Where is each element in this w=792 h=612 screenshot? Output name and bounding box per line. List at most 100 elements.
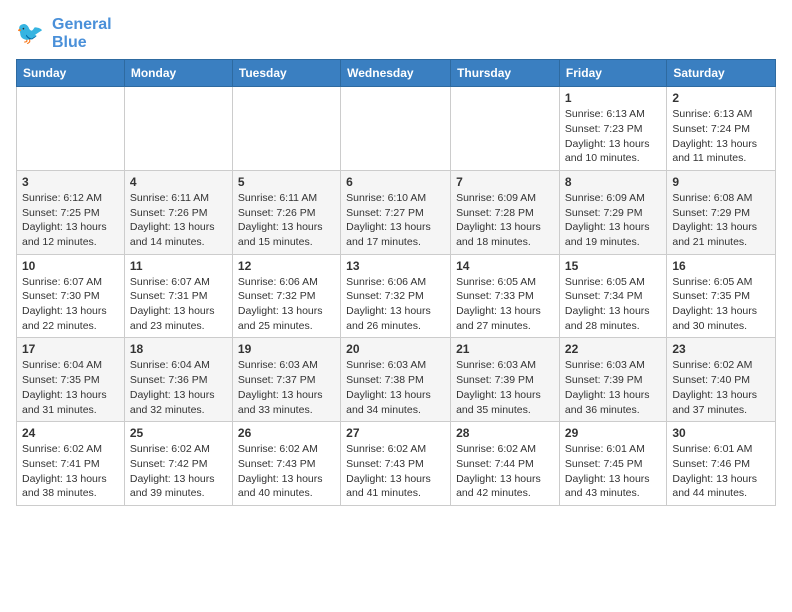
cell-info-text: Sunrise: 6:10 AM Sunset: 7:27 PM Dayligh… xyxy=(346,191,445,250)
calendar-cell: 29 Sunrise: 6:01 AM Sunset: 7:45 PM Dayli… xyxy=(559,422,666,506)
cell-day-number: 7 xyxy=(456,175,554,189)
cell-day-number: 2 xyxy=(672,91,770,105)
cell-day-number: 21 xyxy=(456,342,554,356)
calendar-cell: 15 Sunrise: 6:05 AM Sunset: 7:34 PM Dayli… xyxy=(559,254,666,338)
cell-day-number: 27 xyxy=(346,426,445,440)
cell-info-text: Sunrise: 6:02 AM Sunset: 7:40 PM Dayligh… xyxy=(672,358,770,417)
calendar-cell: 17 Sunrise: 6:04 AM Sunset: 7:35 PM Dayli… xyxy=(17,338,125,422)
calendar-cell: 28 Sunrise: 6:02 AM Sunset: 7:44 PM Dayli… xyxy=(451,422,560,506)
cell-day-number: 28 xyxy=(456,426,554,440)
cell-day-number: 20 xyxy=(346,342,445,356)
calendar-cell xyxy=(341,87,451,171)
calendar-week-row: 1 Sunrise: 6:13 AM Sunset: 7:23 PM Daylig… xyxy=(17,87,776,171)
weekday-header-thursday: Thursday xyxy=(451,60,560,87)
calendar-cell: 13 Sunrise: 6:06 AM Sunset: 7:32 PM Dayli… xyxy=(341,254,451,338)
cell-day-number: 30 xyxy=(672,426,770,440)
calendar-cell: 22 Sunrise: 6:03 AM Sunset: 7:39 PM Dayli… xyxy=(559,338,666,422)
cell-day-number: 18 xyxy=(130,342,227,356)
calendar-week-row: 24 Sunrise: 6:02 AM Sunset: 7:41 PM Dayli… xyxy=(17,422,776,506)
cell-info-text: Sunrise: 6:13 AM Sunset: 7:24 PM Dayligh… xyxy=(672,107,770,166)
logo-icon: 🐦 xyxy=(16,18,48,50)
cell-day-number: 17 xyxy=(22,342,119,356)
calendar-cell: 8Sunrise: 6:09 AM Sunset: 7:29 PM Daylig… xyxy=(559,170,666,254)
calendar-week-row: 3Sunrise: 6:12 AM Sunset: 7:25 PM Daylig… xyxy=(17,170,776,254)
page-header: 🐦 General Blue xyxy=(16,16,776,51)
weekday-header-friday: Friday xyxy=(559,60,666,87)
cell-day-number: 13 xyxy=(346,259,445,273)
calendar-cell: 16 Sunrise: 6:05 AM Sunset: 7:35 PM Dayli… xyxy=(667,254,776,338)
cell-day-number: 14 xyxy=(456,259,554,273)
calendar-cell xyxy=(451,87,560,171)
cell-day-number: 29 xyxy=(565,426,661,440)
calendar-week-row: 17 Sunrise: 6:04 AM Sunset: 7:35 PM Dayli… xyxy=(17,338,776,422)
weekday-header-sunday: Sunday xyxy=(17,60,125,87)
weekday-header-wednesday: Wednesday xyxy=(341,60,451,87)
cell-info-text: Sunrise: 6:05 AM Sunset: 7:33 PM Dayligh… xyxy=(456,275,554,334)
cell-day-number: 5 xyxy=(238,175,335,189)
cell-info-text: Sunrise: 6:02 AM Sunset: 7:43 PM Dayligh… xyxy=(238,442,335,501)
cell-info-text: Sunrise: 6:05 AM Sunset: 7:35 PM Dayligh… xyxy=(672,275,770,334)
calendar-cell: 27 Sunrise: 6:02 AM Sunset: 7:43 PM Dayli… xyxy=(341,422,451,506)
cell-info-text: Sunrise: 6:07 AM Sunset: 7:30 PM Dayligh… xyxy=(22,275,119,334)
cell-info-text: Sunrise: 6:01 AM Sunset: 7:45 PM Dayligh… xyxy=(565,442,661,501)
calendar-cell: 4Sunrise: 6:11 AM Sunset: 7:26 PM Daylig… xyxy=(124,170,232,254)
calendar-cell: 1 Sunrise: 6:13 AM Sunset: 7:23 PM Daylig… xyxy=(559,87,666,171)
cell-info-text: Sunrise: 6:01 AM Sunset: 7:46 PM Dayligh… xyxy=(672,442,770,501)
calendar-cell: 24 Sunrise: 6:02 AM Sunset: 7:41 PM Dayli… xyxy=(17,422,125,506)
cell-info-text: Sunrise: 6:02 AM Sunset: 7:41 PM Dayligh… xyxy=(22,442,119,501)
cell-info-text: Sunrise: 6:13 AM Sunset: 7:23 PM Dayligh… xyxy=(565,107,661,166)
cell-info-text: Sunrise: 6:04 AM Sunset: 7:35 PM Dayligh… xyxy=(22,358,119,417)
weekday-header-saturday: Saturday xyxy=(667,60,776,87)
cell-info-text: Sunrise: 6:04 AM Sunset: 7:36 PM Dayligh… xyxy=(130,358,227,417)
cell-day-number: 9 xyxy=(672,175,770,189)
cell-info-text: Sunrise: 6:07 AM Sunset: 7:31 PM Dayligh… xyxy=(130,275,227,334)
calendar-cell: 23 Sunrise: 6:02 AM Sunset: 7:40 PM Dayli… xyxy=(667,338,776,422)
cell-info-text: Sunrise: 6:02 AM Sunset: 7:44 PM Dayligh… xyxy=(456,442,554,501)
cell-day-number: 10 xyxy=(22,259,119,273)
cell-info-text: Sunrise: 6:06 AM Sunset: 7:32 PM Dayligh… xyxy=(346,275,445,334)
calendar-cell: 11 Sunrise: 6:07 AM Sunset: 7:31 PM Dayli… xyxy=(124,254,232,338)
cell-info-text: Sunrise: 6:08 AM Sunset: 7:29 PM Dayligh… xyxy=(672,191,770,250)
calendar-table: SundayMondayTuesdayWednesdayThursdayFrid… xyxy=(16,59,776,506)
weekday-header-monday: Monday xyxy=(124,60,232,87)
logo-text: General Blue xyxy=(52,16,112,51)
cell-info-text: Sunrise: 6:06 AM Sunset: 7:32 PM Dayligh… xyxy=(238,275,335,334)
cell-info-text: Sunrise: 6:09 AM Sunset: 7:28 PM Dayligh… xyxy=(456,191,554,250)
cell-info-text: Sunrise: 6:09 AM Sunset: 7:29 PM Dayligh… xyxy=(565,191,661,250)
cell-day-number: 22 xyxy=(565,342,661,356)
calendar-cell: 2 Sunrise: 6:13 AM Sunset: 7:24 PM Daylig… xyxy=(667,87,776,171)
calendar-header-row: SundayMondayTuesdayWednesdayThursdayFrid… xyxy=(17,60,776,87)
calendar-cell: 14 Sunrise: 6:05 AM Sunset: 7:33 PM Dayli… xyxy=(451,254,560,338)
calendar-cell: 5Sunrise: 6:11 AM Sunset: 7:26 PM Daylig… xyxy=(232,170,340,254)
cell-day-number: 12 xyxy=(238,259,335,273)
cell-info-text: Sunrise: 6:02 AM Sunset: 7:43 PM Dayligh… xyxy=(346,442,445,501)
calendar-cell: 20Sunrise: 6:03 AM Sunset: 7:38 PM Dayli… xyxy=(341,338,451,422)
cell-day-number: 1 xyxy=(565,91,661,105)
cell-info-text: Sunrise: 6:03 AM Sunset: 7:39 PM Dayligh… xyxy=(565,358,661,417)
weekday-header-tuesday: Tuesday xyxy=(232,60,340,87)
calendar-cell: 6Sunrise: 6:10 AM Sunset: 7:27 PM Daylig… xyxy=(341,170,451,254)
cell-day-number: 11 xyxy=(130,259,227,273)
calendar-cell: 7 Sunrise: 6:09 AM Sunset: 7:28 PM Daylig… xyxy=(451,170,560,254)
cell-day-number: 4 xyxy=(130,175,227,189)
logo: 🐦 General Blue xyxy=(16,16,112,51)
calendar-cell: 12 Sunrise: 6:06 AM Sunset: 7:32 PM Dayli… xyxy=(232,254,340,338)
calendar-cell: 30 Sunrise: 6:01 AM Sunset: 7:46 PM Dayli… xyxy=(667,422,776,506)
cell-day-number: 23 xyxy=(672,342,770,356)
svg-text:🐦: 🐦 xyxy=(16,20,44,45)
calendar-cell: 25Sunrise: 6:02 AM Sunset: 7:42 PM Dayli… xyxy=(124,422,232,506)
cell-info-text: Sunrise: 6:03 AM Sunset: 7:37 PM Dayligh… xyxy=(238,358,335,417)
cell-day-number: 19 xyxy=(238,342,335,356)
cell-day-number: 24 xyxy=(22,426,119,440)
cell-day-number: 16 xyxy=(672,259,770,273)
calendar-cell xyxy=(17,87,125,171)
cell-day-number: 25 xyxy=(130,426,227,440)
cell-day-number: 3 xyxy=(22,175,119,189)
cell-day-number: 15 xyxy=(565,259,661,273)
calendar-cell: 21Sunrise: 6:03 AM Sunset: 7:39 PM Dayli… xyxy=(451,338,560,422)
calendar-cell: 3Sunrise: 6:12 AM Sunset: 7:25 PM Daylig… xyxy=(17,170,125,254)
calendar-cell: 18 Sunrise: 6:04 AM Sunset: 7:36 PM Dayli… xyxy=(124,338,232,422)
calendar-cell: 10 Sunrise: 6:07 AM Sunset: 7:30 PM Dayli… xyxy=(17,254,125,338)
cell-info-text: Sunrise: 6:05 AM Sunset: 7:34 PM Dayligh… xyxy=(565,275,661,334)
calendar-cell: 9 Sunrise: 6:08 AM Sunset: 7:29 PM Daylig… xyxy=(667,170,776,254)
